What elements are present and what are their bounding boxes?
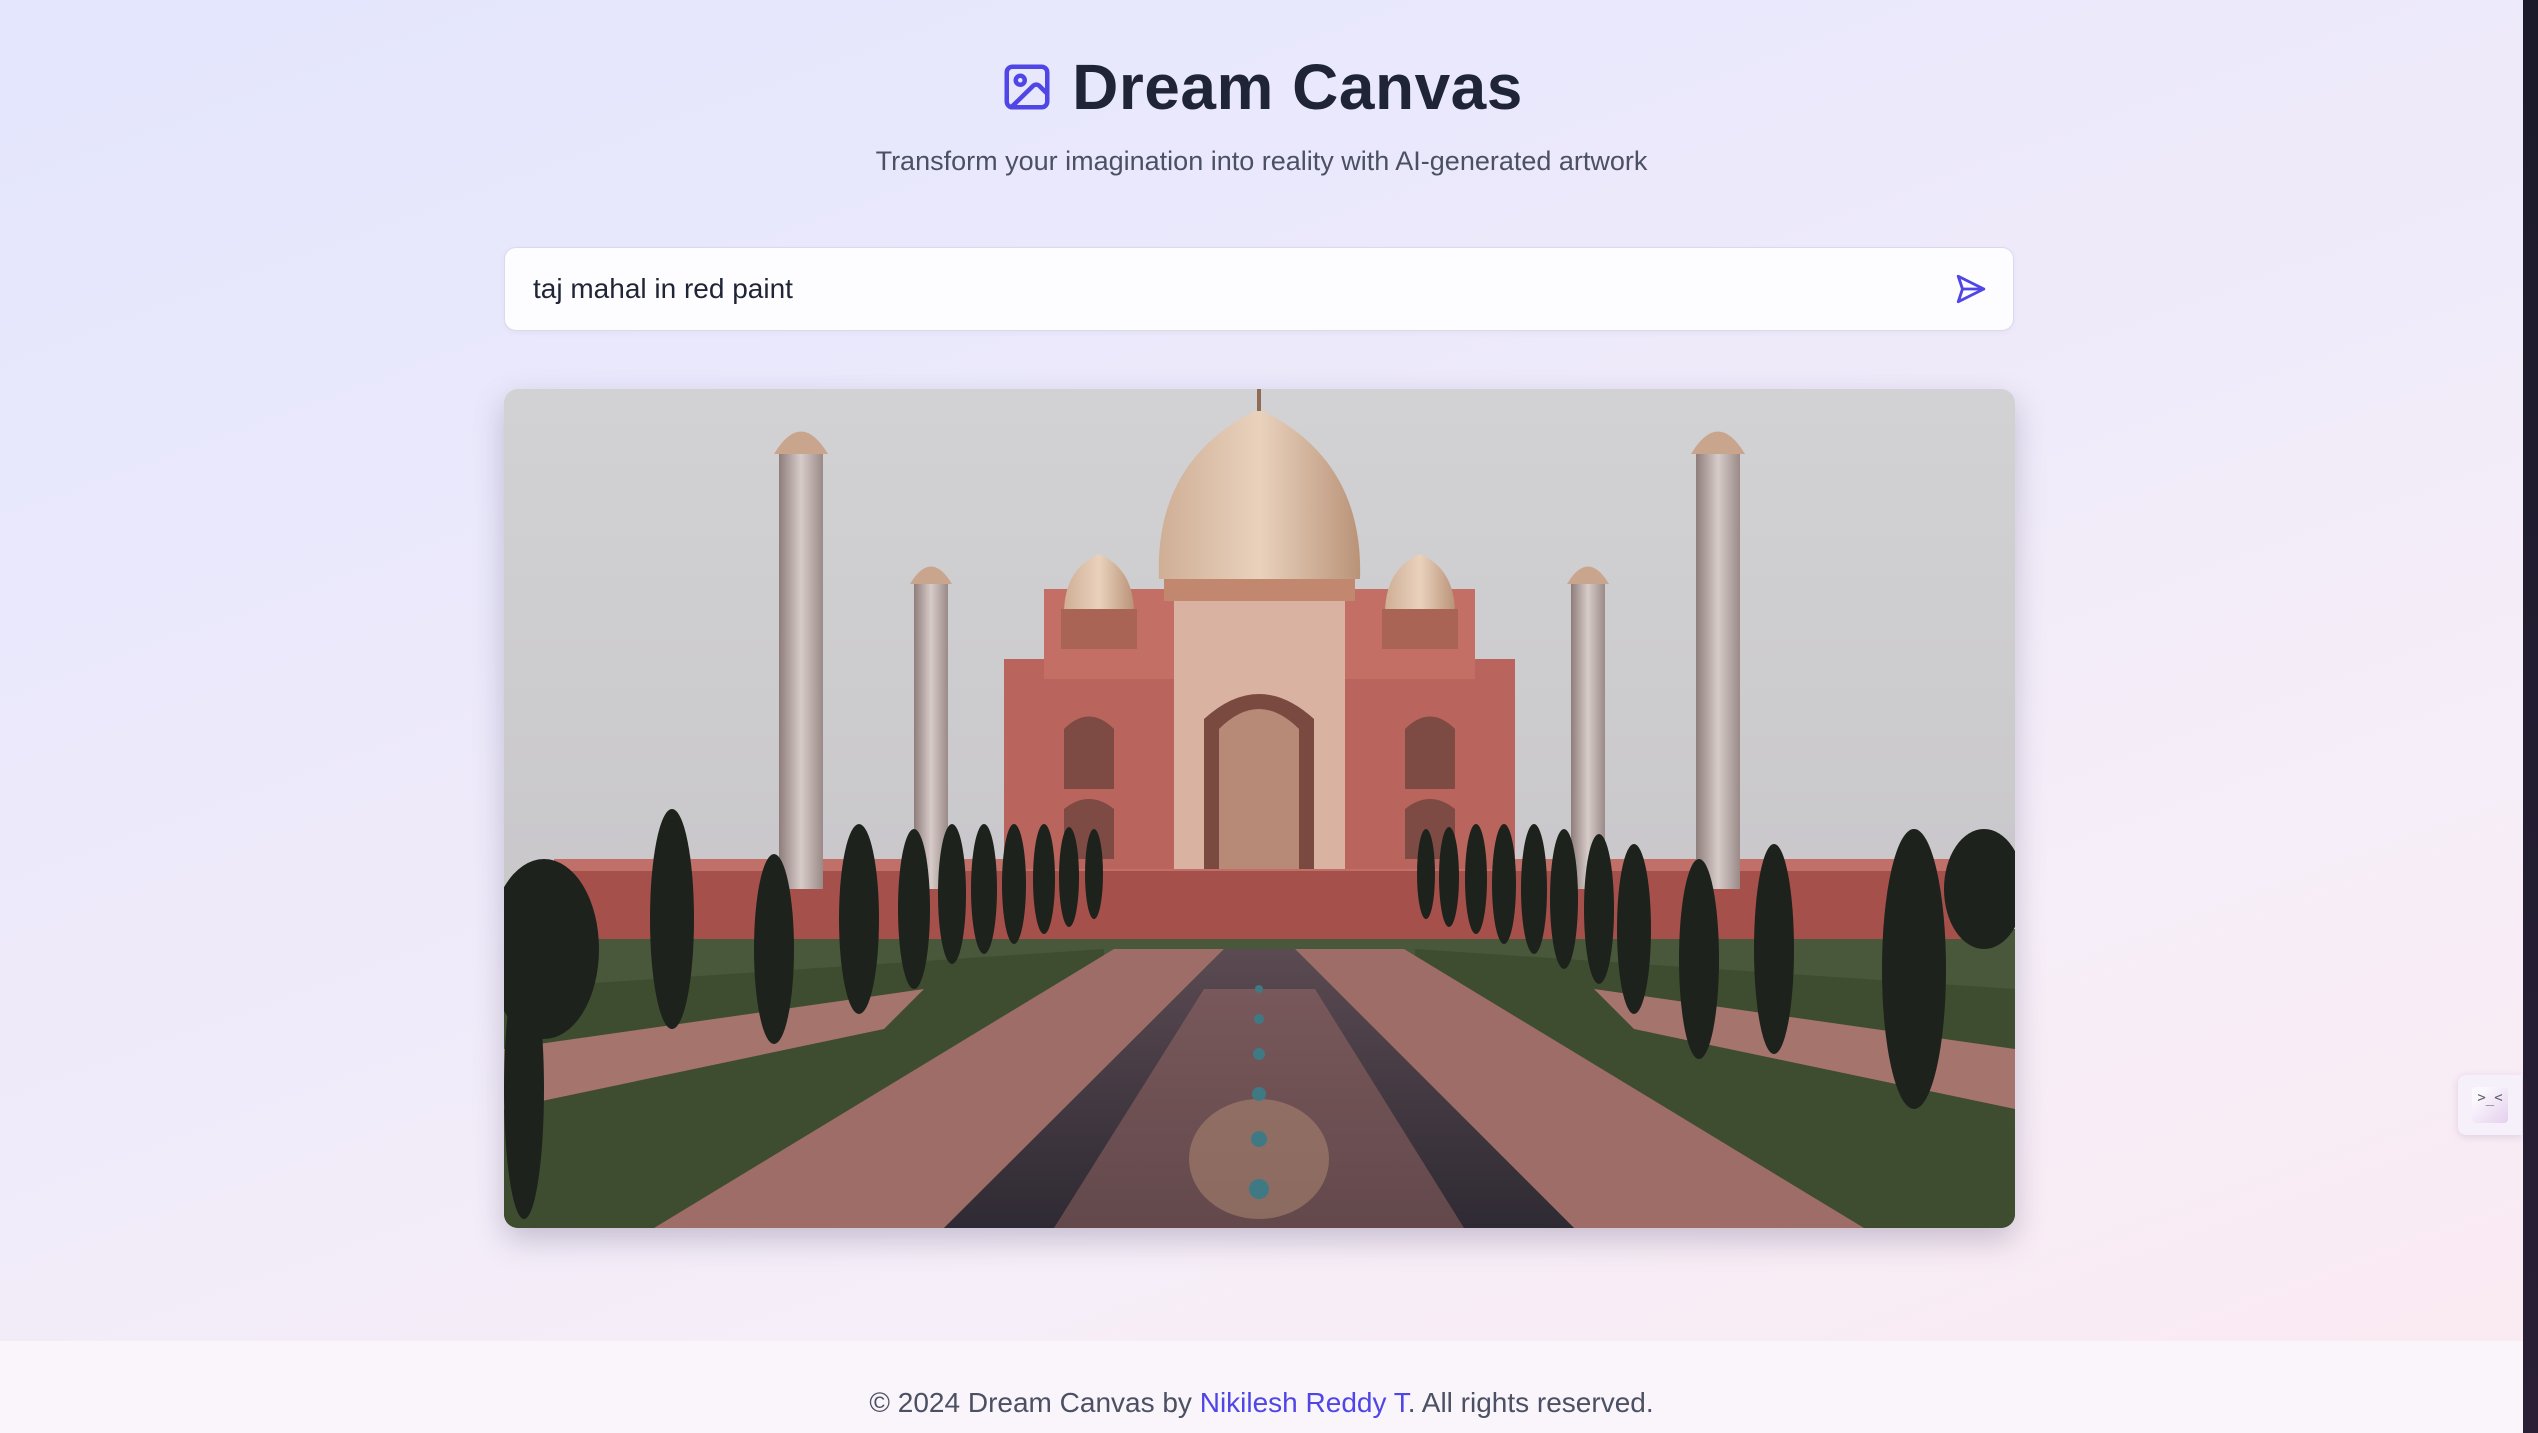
send-icon: [1956, 274, 1986, 304]
footer-prefix: © 2024 Dream Canvas by: [869, 1387, 1200, 1418]
terminal-icon: >_<: [2472, 1087, 2508, 1123]
page-subtitle: Transform your imagination into reality …: [875, 146, 1648, 176]
footer-suffix: . All rights reserved.: [1407, 1387, 1654, 1418]
footer-text: © 2024 Dream Canvas by Nikilesh Reddy T.…: [0, 1387, 2523, 1419]
prompt-input[interactable]: [505, 248, 1925, 330]
title-row: Dream Canvas: [1000, 50, 1523, 124]
generated-image: [504, 389, 2015, 1228]
author-link[interactable]: Nikilesh Reddy T: [1200, 1387, 1408, 1418]
side-widget[interactable]: >_<: [2458, 1075, 2522, 1135]
footer: © 2024 Dream Canvas by Nikilesh Reddy T.…: [0, 1341, 2523, 1433]
header: Dream Canvas Transform your imagination …: [0, 50, 2523, 177]
send-button[interactable]: [1951, 269, 1991, 309]
image-icon: [1000, 60, 1054, 114]
window-edge: [2523, 0, 2538, 1433]
page-title: Dream Canvas: [1072, 51, 1523, 123]
prompt-box: [504, 247, 2014, 331]
